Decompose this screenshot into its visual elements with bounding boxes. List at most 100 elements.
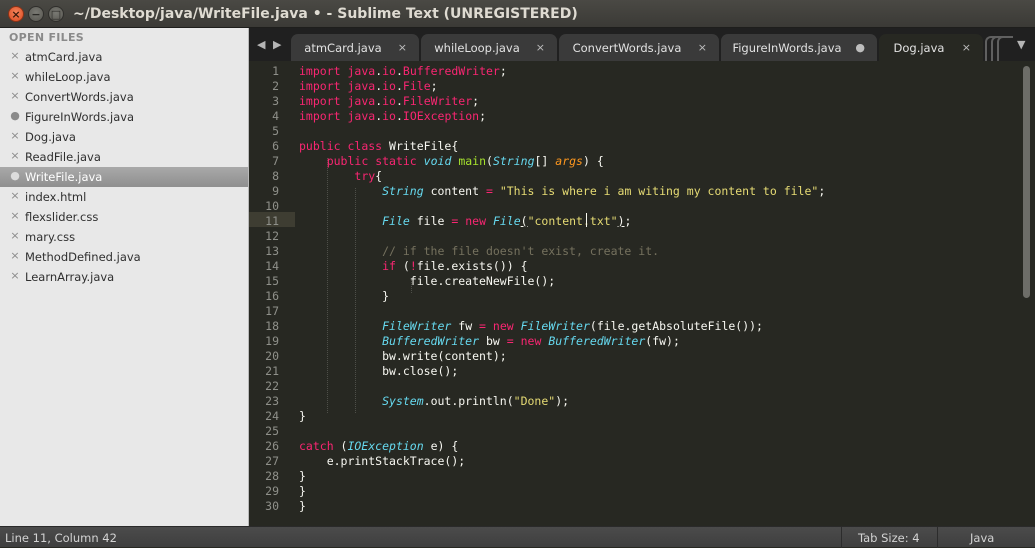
sidebar-item-label: ConvertWords.java <box>25 90 134 104</box>
code-line-13: // if the file doesn't exist, create it. <box>382 244 660 258</box>
sidebar-item-whileloop[interactable]: × whileLoop.java <box>0 67 248 87</box>
close-file-icon[interactable]: × <box>10 189 20 202</box>
sidebar-item-methoddefined[interactable]: × MethodDefined.java <box>0 247 248 267</box>
sidebar-item-flexslider-css[interactable]: × flexslider.css <box>0 207 248 227</box>
line-number: 2 <box>272 79 279 93</box>
tab-atmcard[interactable]: atmCard.java × <box>291 34 419 61</box>
code-line-29: } <box>299 484 306 498</box>
tab-label: ConvertWords.java <box>572 41 682 55</box>
close-file-icon[interactable]: × <box>10 69 20 82</box>
sidebar-item-label: Dog.java <box>25 130 76 144</box>
code-editor[interactable]: 1 2 3 4 5 6 7 8 9 10 11 12 13 14 15 16 17 18 19 20 21 22 23 24 2… <box>249 61 1035 526</box>
line-number: 5 <box>272 124 279 138</box>
close-file-icon[interactable]: × <box>10 269 20 282</box>
close-file-icon[interactable]: × <box>10 149 20 162</box>
sidebar-item-label: FigureInWords.java <box>25 110 135 124</box>
tab-figureinwords[interactable]: FigureInWords.java ● <box>721 34 877 61</box>
code-line-27: e.printStackTrace(); <box>299 454 466 468</box>
minimize-window-button[interactable]: − <box>28 6 44 22</box>
sidebar-item-atmcard[interactable]: × atmCard.java <box>0 47 248 67</box>
code-line-8: try{ <box>354 169 383 183</box>
tab-scroll-right-icon[interactable]: ▶ <box>273 38 281 51</box>
sidebar-item-figureinwords[interactable]: ● FigureInWords.java <box>0 107 248 127</box>
line-number: 22 <box>265 379 279 393</box>
line-number: 19 <box>265 334 279 348</box>
sidebar-item-readfile[interactable]: × ReadFile.java <box>0 147 248 167</box>
line-number: 14 <box>265 259 279 273</box>
code-line-11: File file = new File("content.txt"); <box>382 214 632 228</box>
code-line-24: } <box>299 409 306 423</box>
line-number: 13 <box>265 244 279 258</box>
status-bar: Line 11, Column 42 Tab Size: 4 Java <box>0 526 1035 548</box>
close-file-icon[interactable]: × <box>10 49 20 62</box>
tab-close-icon[interactable]: × <box>698 41 707 54</box>
code-line-19: BufferedWriter bw = new BufferedWriter(f… <box>382 334 680 348</box>
unsaved-dot-icon[interactable]: ● <box>10 109 20 122</box>
code-line-9: String content = "This is where i am wit… <box>382 184 826 198</box>
vertical-scrollbar[interactable] <box>1023 66 1030 298</box>
tab-close-icon[interactable]: × <box>536 41 545 54</box>
sidebar-item-label: LearnArray.java <box>25 270 115 284</box>
code-line-23: System.out.println("Done"); <box>382 394 570 408</box>
line-number: 24 <box>265 409 279 423</box>
tab-size-button[interactable]: Tab Size: 4 <box>858 531 920 545</box>
close-window-button[interactable]: × <box>8 6 24 22</box>
line-number: 29 <box>265 484 279 498</box>
close-file-icon[interactable]: × <box>10 209 20 222</box>
status-divider <box>937 527 938 548</box>
code-line-7: public static void main(String[] args) { <box>326 154 604 168</box>
line-number: 17 <box>265 304 279 318</box>
tab-bar: ◀ ▶ atmCard.java × whileLoop.java × Conv… <box>249 28 1035 63</box>
tab-list-menu-icon[interactable]: ▼ <box>1017 38 1025 51</box>
code-line-1: import java.io.BufferedWriter; <box>299 64 507 78</box>
close-file-icon[interactable]: × <box>10 229 20 242</box>
sidebar-item-index-html[interactable]: × index.html <box>0 187 248 207</box>
line-number: 3 <box>272 94 279 108</box>
syntax-button[interactable]: Java <box>970 531 994 545</box>
tab-close-icon[interactable]: × <box>398 41 407 54</box>
line-number: 12 <box>265 229 279 243</box>
line-number: 18 <box>265 319 279 333</box>
tab-close-icon[interactable]: × <box>962 41 971 54</box>
code-line-20: bw.write(content); <box>299 349 507 363</box>
unsaved-dot-icon[interactable]: ● <box>855 41 865 54</box>
code-line-26: catch (IOException e) { <box>299 439 459 453</box>
sidebar-item-writefile[interactable]: ● WriteFile.java <box>0 167 248 187</box>
close-file-icon[interactable]: × <box>10 249 20 262</box>
sidebar-item-mary-css[interactable]: × mary.css <box>0 227 248 247</box>
line-number: 11 <box>265 214 279 228</box>
open-files-header: OPEN FILES <box>9 31 85 44</box>
window-title: ~/Desktop/java/WriteFile.java • - Sublim… <box>73 6 578 22</box>
line-number: 10 <box>265 199 279 213</box>
line-number: 27 <box>265 454 279 468</box>
tab-scroll-left-icon[interactable]: ◀ <box>257 38 265 51</box>
tab-dog[interactable]: Dog.java × <box>879 34 983 61</box>
title-bar: × − □ ~/Desktop/java/WriteFile.java • - … <box>0 0 1035 28</box>
sidebar-item-label: WriteFile.java <box>25 170 103 184</box>
sidebar-item-label: ReadFile.java <box>25 150 101 164</box>
code-line-15: file.createNewFile(); <box>299 274 556 288</box>
sidebar-item-convertwords[interactable]: × ConvertWords.java <box>0 87 248 107</box>
tab-label: Dog.java <box>893 41 945 55</box>
cursor-position: Line 11, Column 42 <box>5 531 117 545</box>
sidebar-item-learnarray[interactable]: × LearnArray.java <box>0 267 248 287</box>
tab-convertwords[interactable]: ConvertWords.java × <box>559 34 719 61</box>
sidebar-item-dog[interactable]: × Dog.java <box>0 127 248 147</box>
maximize-window-button[interactable]: □ <box>48 6 64 22</box>
line-number: 26 <box>265 439 279 453</box>
tab-whileloop[interactable]: whileLoop.java × <box>421 34 557 61</box>
line-number: 28 <box>265 469 279 483</box>
line-number: 15 <box>265 274 279 288</box>
line-number-gutter: 1 2 3 4 5 6 7 8 9 10 11 12 13 14 15 16 17 18 19 20 21 22 23 24 2… <box>249 61 295 526</box>
sidebar-item-label: MethodDefined.java <box>25 250 141 264</box>
code-line-21: bw.close(); <box>299 364 459 378</box>
close-file-icon[interactable]: × <box>10 129 20 142</box>
close-file-icon[interactable]: × <box>10 89 20 102</box>
hidden-tabs-stack[interactable] <box>997 36 1013 63</box>
line-number: 20 <box>265 349 279 363</box>
unsaved-dot-icon[interactable]: ● <box>10 169 20 182</box>
code-line-18: FileWriter fw = new FileWriter(file.getA… <box>382 319 763 333</box>
line-number: 9 <box>272 184 279 198</box>
code-area[interactable]: import java.io.BufferedWriter; import ja… <box>299 61 1019 526</box>
sidebar-item-label: mary.css <box>25 230 76 244</box>
